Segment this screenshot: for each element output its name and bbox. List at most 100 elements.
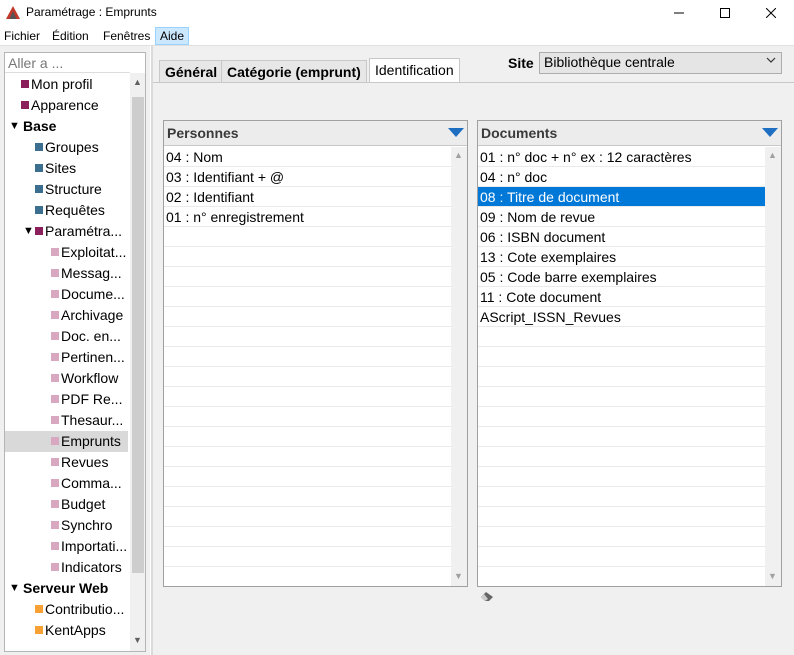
list-item[interactable]: AScript_ISSN_Revues [478,307,765,327]
scroll-up-icon[interactable]: ▲ [133,77,142,87]
site-select[interactable]: Bibliothèque centrale [539,52,782,74]
tree-item-pertinence[interactable]: Pertinen... [51,347,125,368]
tree-label: Revues [61,454,109,470]
tree-item-sites[interactable]: Sites [35,158,76,179]
item-square-icon [51,311,59,319]
maximize-button[interactable] [702,0,748,26]
tree-item-apparence[interactable]: Apparence [21,95,99,116]
empty-row [478,407,765,427]
menu-edition[interactable]: Édition [48,28,93,44]
item-square-icon [51,500,59,508]
tree-item-importation[interactable]: Importati... [51,536,127,557]
empty-row [164,487,451,507]
tree-group-serveur-web[interactable]: Serveur Web [23,578,108,599]
item-square-icon [51,290,59,298]
empty-row [164,267,451,287]
tree-item-documents[interactable]: Docume... [51,284,125,305]
tree-item-workflow[interactable]: Workflow [51,368,118,389]
tree-item-parametrage[interactable]: Paramétra... [35,221,122,242]
tree-label: Serveur Web [23,580,109,596]
tree-label: Synchro [61,517,113,533]
tab-general[interactable]: Général [159,60,224,83]
sort-arrow-icon[interactable] [448,128,464,137]
sidebar-scrollbar[interactable]: ▲ ▼ [130,73,145,651]
tab-identification[interactable]: Identification [369,58,460,83]
tree-item-budget[interactable]: Budget [51,494,105,515]
tree-item-contribution[interactable]: Contributio... [35,599,124,620]
empty-row [478,467,765,487]
list-item[interactable]: 13 : Cote exemplaires [478,247,765,267]
scroll-up-icon[interactable]: ▲ [768,150,777,160]
empty-row [164,247,451,267]
tree-item-groupes[interactable]: Groupes [35,137,99,158]
tree-item-emprunts[interactable]: Emprunts [5,431,128,452]
goto-input[interactable]: Aller a ... [5,53,130,73]
list-item[interactable]: 05 : Code barre exemplaires [478,267,765,287]
eraser-icon[interactable] [481,592,495,602]
personnes-scrollbar[interactable]: ▲ ▼ [451,147,467,586]
scroll-down-icon[interactable]: ▼ [454,571,463,581]
scroll-down-icon[interactable]: ▼ [133,635,142,645]
navigation-tree: Aller a ... Mon profil Apparence ▼ Base … [4,52,146,652]
maximize-icon [720,8,730,18]
collapse-arrow-icon[interactable]: ▼ [9,582,20,594]
collapse-arrow-icon[interactable]: ▼ [9,120,20,132]
list-item-selected[interactable]: 08 : Titre de document [478,187,765,207]
tree-item-thesaurus[interactable]: Thesaur... [51,410,123,431]
scroll-up-icon[interactable]: ▲ [454,150,463,160]
empty-row [164,327,451,347]
tree-label: Sites [45,160,77,176]
tree-item-pdf[interactable]: PDF Re... [51,389,122,410]
tree-item-indicators[interactable]: Indicators [51,557,122,578]
item-square-icon [51,248,59,256]
list-item[interactable]: 04 : n° doc [478,167,765,187]
list-item[interactable]: 01 : n° doc + n° ex : 12 caractères [478,147,765,167]
list-item[interactable]: 11 : Cote document [478,287,765,307]
item-square-icon [21,80,29,88]
list-item[interactable]: 02 : Identifiant [164,187,451,207]
documents-header: Documents [478,121,781,146]
list-item[interactable]: 04 : Nom [164,147,451,167]
scrollbar-thumb[interactable] [132,97,144,573]
empty-row [164,287,451,307]
item-square-icon [51,395,59,403]
menu-fenetres[interactable]: Fenêtres [99,28,154,44]
documents-scrollbar[interactable]: ▲ ▼ [765,147,781,586]
tree-item-requetes[interactable]: Requêtes [35,200,105,221]
tree-label: Docume... [61,286,125,302]
close-button[interactable] [748,0,794,26]
collapse-arrow-icon[interactable]: ▼ [23,225,34,237]
tree-item-commandes[interactable]: Comma... [51,473,122,494]
empty-row [478,487,765,507]
list-item[interactable]: 01 : n° enregistrement [164,207,451,227]
item-square-icon [51,437,59,445]
tree-item-mon-profil[interactable]: Mon profil [21,74,92,95]
tree-item-structure[interactable]: Structure [35,179,102,200]
scroll-down-icon[interactable]: ▼ [768,571,777,581]
tree-item-revues[interactable]: Revues [51,452,108,473]
tree-label: Base [23,118,57,134]
list-item[interactable]: 03 : Identifiant + @ [164,167,451,187]
tree-group-base[interactable]: Base [23,116,56,137]
list-item[interactable]: 09 : Nom de revue [478,207,765,227]
empty-row [164,467,451,487]
list-item[interactable]: 06 : ISBN document [478,227,765,247]
tree-label: Emprunts [61,433,121,449]
tree-label: Exploitat... [61,244,127,260]
empty-row [478,527,765,547]
tab-categorie[interactable]: Catégorie (emprunt) [221,60,367,83]
menu-aide[interactable]: Aide [155,27,190,45]
tree-item-synchro[interactable]: Synchro [51,515,112,536]
minimize-button[interactable] [656,0,702,26]
sort-arrow-icon[interactable] [762,128,778,137]
tree-item-doc-en[interactable]: Doc. en... [51,326,121,347]
tree-item-kentapps[interactable]: KentApps [35,620,106,641]
empty-row [478,387,765,407]
item-square-icon [51,563,59,571]
tree-item-messages[interactable]: Messag... [51,263,122,284]
tree-item-exploitation[interactable]: Exploitat... [51,242,126,263]
personnes-header: Personnes [164,121,467,146]
menu-fichier[interactable]: Fichier [0,28,44,44]
tree-item-archivage[interactable]: Archivage [51,305,123,326]
documents-list: Documents 01 : n° doc + n° ex : 12 carac… [477,120,782,587]
